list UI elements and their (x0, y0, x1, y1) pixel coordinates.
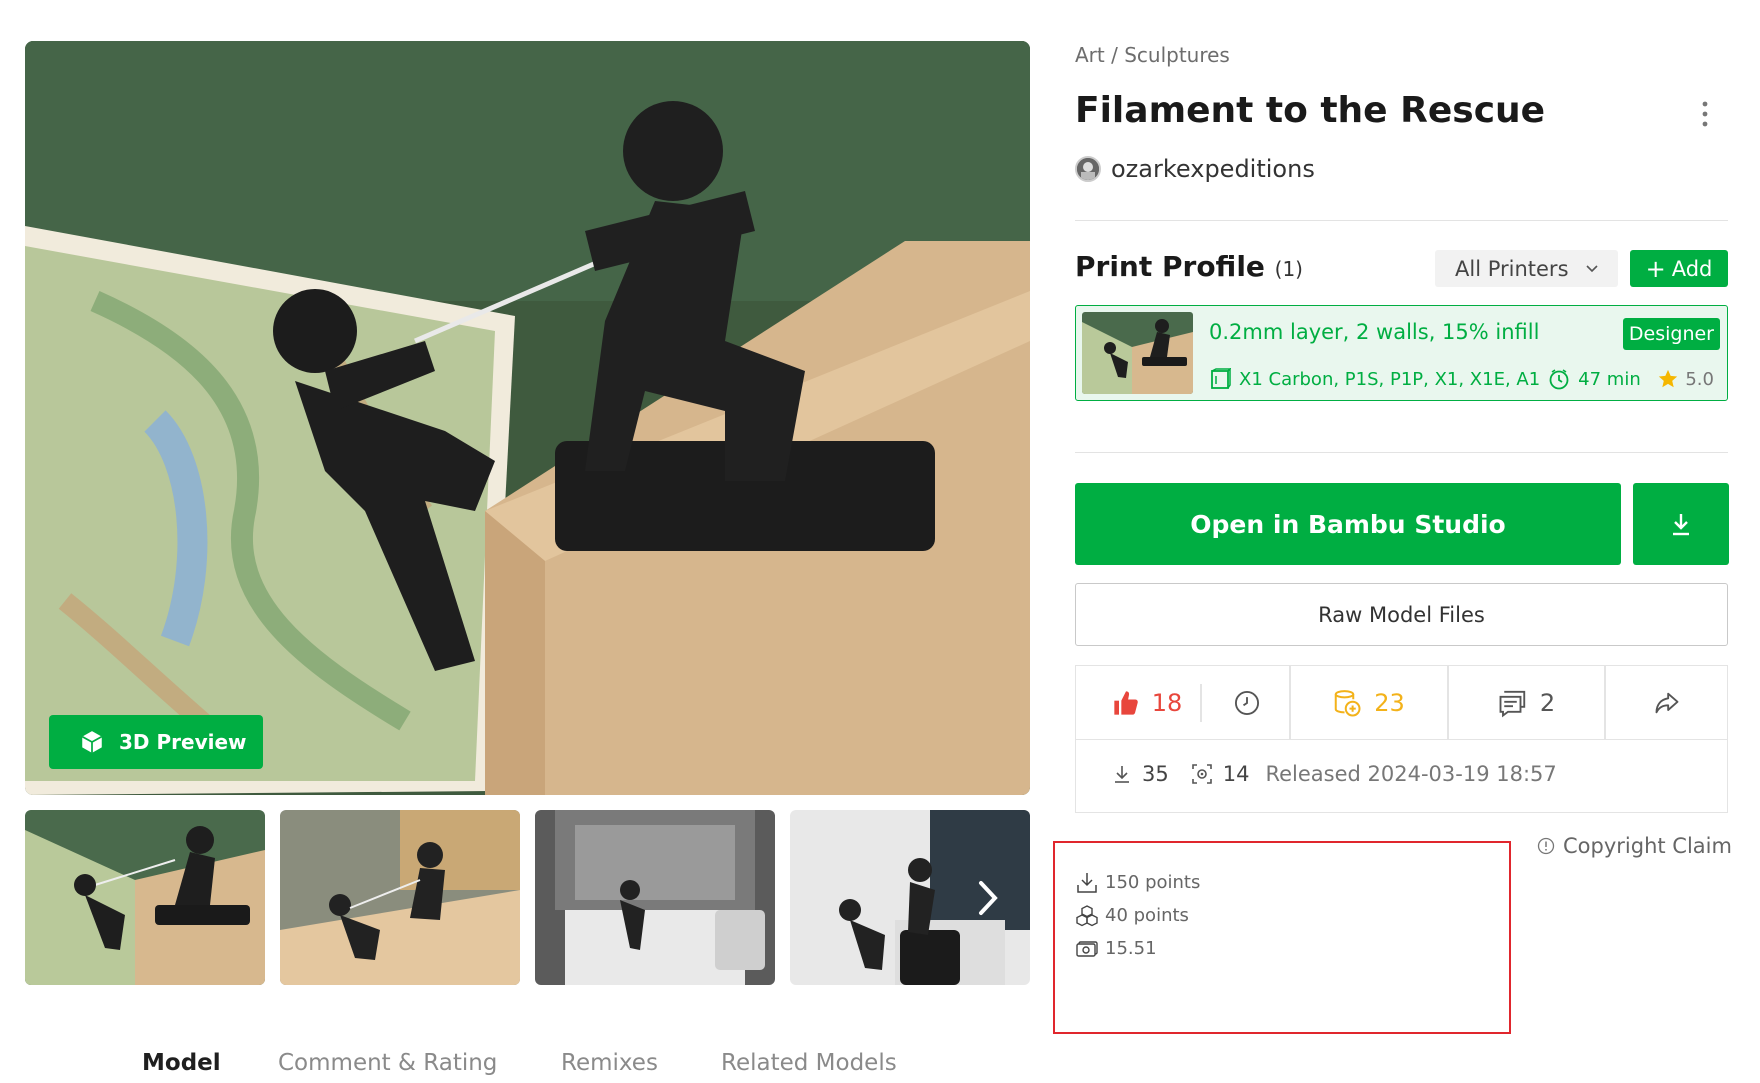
download-icon (1673, 514, 1689, 536)
thumbnail-2[interactable] (280, 810, 520, 985)
thumbnail-1[interactable] (25, 810, 265, 985)
copyright-claim-link[interactable]: Copyright Claim (1537, 834, 1732, 858)
divider (1075, 220, 1728, 221)
comment-count: 2 (1539, 688, 1556, 717)
profile-thumbnail (1082, 312, 1193, 394)
designer-badge: Designer (1622, 318, 1720, 350)
thumbnail-3[interactable] (535, 810, 775, 985)
printer-filter-select[interactable]: All Printers (1435, 250, 1618, 287)
download-icon (1115, 766, 1129, 783)
add-label: Add (1671, 256, 1713, 281)
profile-meta: X1 Carbon, P1S, P1P, X1, X1E, A1 47 min (1209, 368, 1641, 390)
model-tabs: Model Comment & Rating Remixes Related M… (0, 1040, 1030, 1083)
profile-rating: 5.0 (1657, 368, 1714, 390)
author-name: ozarkexpeditions (1111, 155, 1315, 183)
history-button[interactable] (1202, 666, 1292, 739)
share-button[interactable] (1606, 666, 1727, 739)
thumbnail-next-button[interactable] (968, 870, 1008, 926)
star-icon (1659, 369, 1678, 388)
info-circle-icon (1537, 837, 1555, 855)
3d-preview-button[interactable]: 3D Preview (49, 715, 263, 769)
clock-icon (1234, 690, 1260, 715)
print-count: 14 (1222, 762, 1250, 786)
main-photo[interactable] (25, 41, 1030, 795)
print-count-icon (1191, 764, 1212, 784)
avatar (1075, 156, 1101, 182)
print-profile-label: Print Profile (1075, 250, 1265, 283)
boost-button[interactable]: 23 (1290, 666, 1447, 739)
like-button[interactable]: 18 (1102, 666, 1192, 739)
release-date: Released 2024-03-19 18:57 (1265, 762, 1557, 786)
plus-icon: + (1645, 254, 1666, 283)
divider (1075, 452, 1728, 453)
boost-coin-icon (1334, 689, 1361, 716)
clock-icon (1549, 369, 1569, 390)
profile-rating-value: 5.0 (1685, 368, 1714, 390)
cube-icon (81, 731, 103, 753)
profile-name: 0.2mm layer, 2 walls, 15% infill (1209, 320, 1540, 344)
cubes-icon (1076, 904, 1098, 926)
open-in-bambu-studio-button[interactable]: Open in Bambu Studio (1075, 483, 1621, 565)
print-profile-card[interactable]: 0.2mm layer, 2 walls, 15% infill Designe… (1075, 305, 1728, 401)
tab-model[interactable]: Model (142, 1050, 221, 1076)
download-button[interactable] (1633, 483, 1729, 565)
tab-related-models[interactable]: Related Models (721, 1050, 897, 1076)
download-points: 150 points (1075, 866, 1200, 899)
stats-meta-row: 35 14 Released 2024-03-19 18:57 (1112, 762, 1557, 786)
profile-time: 47 min (1578, 368, 1641, 390)
author[interactable]: ozarkexpeditions (1075, 155, 1315, 183)
tab-remixes[interactable]: Remixes (561, 1050, 658, 1076)
thumbs-up-icon (1114, 690, 1138, 715)
print-points-value: 40 points (1105, 905, 1189, 926)
comment-icon (1499, 690, 1526, 717)
download-count: 35 (1142, 762, 1169, 786)
stats-actions-row: 18 23 2 (1076, 666, 1727, 740)
share-icon (1655, 692, 1678, 713)
page-title: Filament to the Rescue (1075, 90, 1546, 131)
profile-printers: X1 Carbon, P1S, P1P, X1, X1E, A1 (1239, 368, 1541, 390)
more-options-button[interactable] (1690, 96, 1720, 132)
boost-count: 23 (1374, 688, 1405, 717)
cash-icon (1076, 940, 1098, 957)
more-vertical-icon (1702, 101, 1708, 127)
3d-preview-label: 3D Preview (119, 730, 247, 754)
points-info: 150 points 40 points 15.51 (1075, 866, 1200, 965)
copyright-claim-label: Copyright Claim (1563, 834, 1732, 858)
print-profile-count: (1) (1274, 257, 1303, 281)
printer-icon (1211, 368, 1231, 389)
like-count: 18 (1151, 688, 1183, 717)
cash-value: 15.51 (1075, 932, 1200, 965)
download-points-value: 150 points (1105, 872, 1201, 893)
cash-amount: 15.51 (1105, 938, 1157, 959)
chevron-down-icon (1586, 264, 1598, 272)
chevron-right-icon (979, 881, 998, 915)
stats-panel: 18 23 2 35 14 Released 2024-03-19 18:57 (1075, 665, 1728, 813)
comments-button[interactable]: 2 (1448, 666, 1605, 739)
breadcrumb[interactable]: Art / Sculptures (1075, 43, 1230, 67)
raw-model-files-button[interactable]: Raw Model Files (1075, 583, 1728, 646)
add-profile-button[interactable]: + Add (1630, 250, 1728, 287)
print-profile-heading: Print Profile (1) (1075, 250, 1303, 283)
download-tray-icon (1077, 872, 1097, 893)
printer-filter-value: All Printers (1455, 256, 1569, 281)
tab-comment-rating[interactable]: Comment & Rating (278, 1050, 497, 1076)
print-points: 40 points (1075, 899, 1200, 932)
